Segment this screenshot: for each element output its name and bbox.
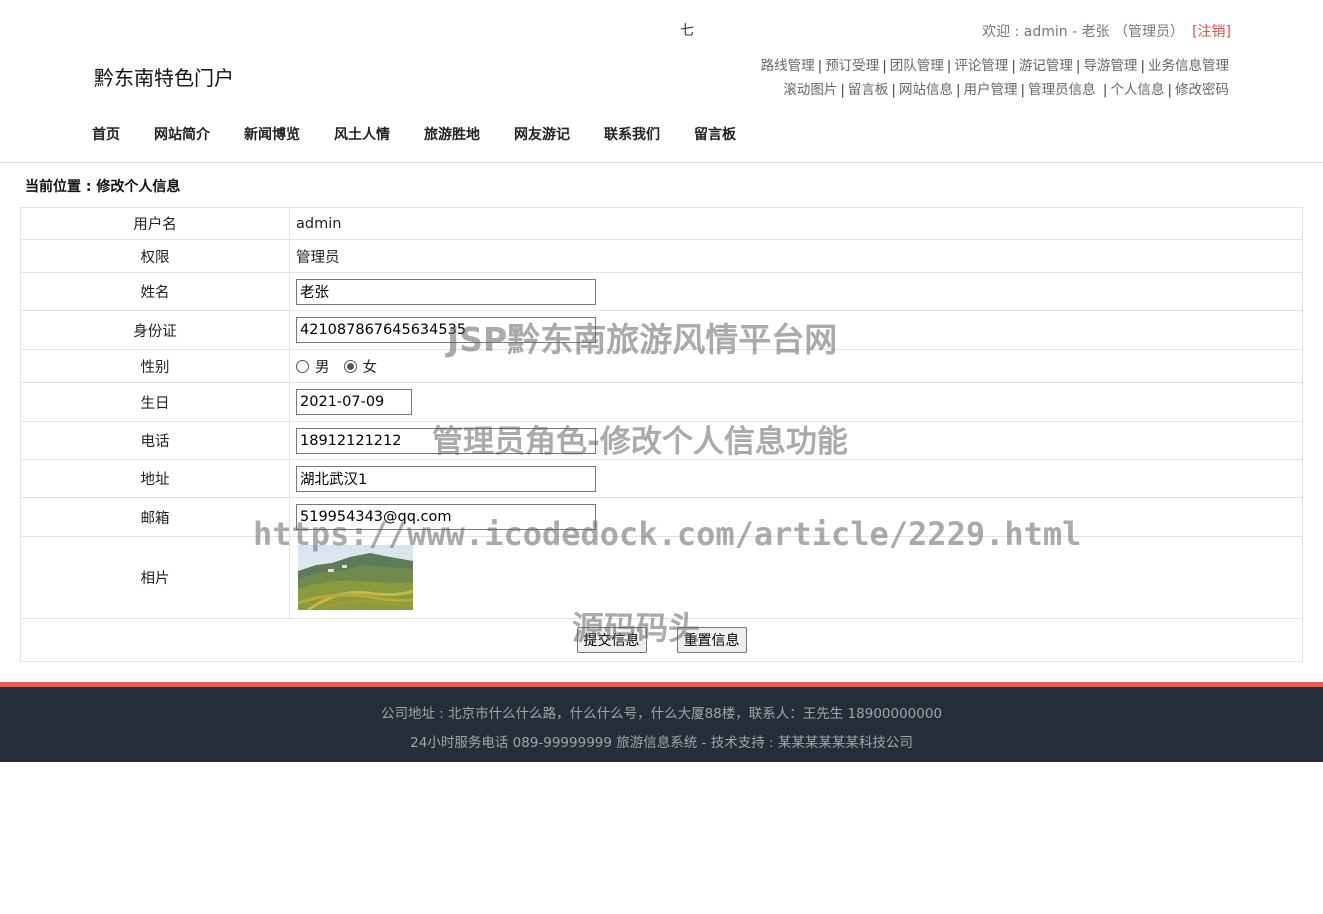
- permission-label: 权限: [20, 239, 290, 273]
- admin-links-row1: 路线管理 | 预订受理 | 团队管理 | 评论管理 | 游记管理 | 导游管理 | 业务信息管理: [760, 58, 1229, 74]
- nav-about[interactable]: 网站简介: [138, 124, 226, 146]
- permission-value: 管理员: [289, 239, 1303, 273]
- gender-male-radio[interactable]: [296, 359, 309, 373]
- admin-link-travelogue[interactable]: 游记管理: [1019, 58, 1073, 74]
- idcard-label: 身份证: [20, 310, 290, 350]
- form-row-gender: 性别 男 女: [20, 349, 1303, 383]
- welcome-text: 欢迎 : admin - 老张 （管理员）: [982, 24, 1185, 40]
- submit-button[interactable]: 提交信息: [576, 627, 647, 653]
- phone-label: 电话: [20, 421, 290, 460]
- main-nav: 首页 网站简介 新闻博览 风土人情 旅游胜地 网友游记 联系我们 留言板: [76, 124, 754, 146]
- admin-links-row2: 滚动图片 | 留言板 | 网站信息 | 用户管理 | 管理员信息 | 个人信息 | 修改密码: [783, 82, 1229, 98]
- gender-female-label: 女: [362, 359, 378, 376]
- logout-link[interactable]: [注销]: [1192, 24, 1231, 40]
- top-char: 七: [680, 23, 694, 39]
- footer-address: 公司地址 : 北京市什么什么路，什么什么号，什么大厦88楼，联系人：王先生 18…: [380, 706, 943, 722]
- address-input[interactable]: [296, 465, 596, 492]
- email-label: 邮箱: [20, 497, 290, 537]
- nav-news[interactable]: 新闻博览: [228, 124, 316, 146]
- admin-link-team[interactable]: 团队管理: [890, 58, 944, 74]
- admin-link-carousel[interactable]: 滚动图片: [783, 82, 837, 98]
- username-value: admin: [289, 207, 1303, 240]
- form-row-address: 地址: [20, 459, 1303, 498]
- site-title: 黔东南特色门户: [94, 66, 234, 90]
- gender-male-label: 男: [315, 359, 330, 376]
- photo-label: 相片: [20, 536, 290, 619]
- nav-contact[interactable]: 联系我们: [588, 124, 676, 146]
- gender-label: 性别: [20, 349, 290, 383]
- nav-travelogues[interactable]: 网友游记: [498, 124, 586, 146]
- admin-link-guide[interactable]: 导游管理: [1083, 58, 1137, 74]
- admin-link-route[interactable]: 路线管理: [761, 58, 815, 74]
- admin-link-siteinfo[interactable]: 网站信息: [899, 82, 953, 98]
- form-row-username: 用户名 admin: [20, 207, 1303, 240]
- nav-customs[interactable]: 风土人情: [318, 124, 406, 146]
- form-row-phone: 电话: [20, 421, 1303, 460]
- header: 七 欢迎 : admin - 老张 （管理员） [注销] 黔东南特色门户 路线管理…: [0, 0, 1323, 163]
- form-row-photo: 相片: [20, 536, 1303, 619]
- form-row-permission: 权限 管理员: [20, 239, 1303, 273]
- nav-home[interactable]: 首页: [76, 124, 136, 146]
- form-row-email: 邮箱: [20, 497, 1303, 537]
- name-input[interactable]: [296, 278, 596, 305]
- idcard-input[interactable]: [296, 317, 596, 343]
- username-label: 用户名: [20, 207, 290, 240]
- email-input[interactable]: [296, 504, 596, 530]
- admin-link-business[interactable]: 业务信息管理: [1148, 58, 1229, 74]
- reset-button[interactable]: 重置信息: [676, 627, 747, 653]
- form-row-buttons: 提交信息 重置信息: [20, 618, 1303, 662]
- welcome-bar: 欢迎 : admin - 老张 （管理员） [注销]: [982, 21, 1231, 41]
- admin-link-guestbook[interactable]: 留言板: [848, 82, 889, 98]
- admin-link-password[interactable]: 修改密码: [1175, 82, 1229, 98]
- phone-input[interactable]: [296, 427, 596, 454]
- admin-link-users[interactable]: 用户管理: [964, 82, 1018, 98]
- admin-link-admininfo[interactable]: 管理员信息: [1028, 82, 1096, 98]
- profile-form: 用户名 admin 权限 管理员 姓名 身份证 性别 男 女 生日 电话 地址 邮…: [20, 207, 1303, 662]
- admin-link-profile[interactable]: 个人信息: [1110, 82, 1164, 98]
- admin-links: 路线管理 | 预订受理 | 团队管理 | 评论管理 | 游记管理 | 导游管理 | 业务信息管理 滚动图…: [761, 54, 1229, 102]
- form-row-name: 姓名: [20, 272, 1303, 311]
- birthday-input[interactable]: [296, 389, 412, 415]
- address-label: 地址: [20, 459, 290, 498]
- form-row-birthday: 生日: [20, 382, 1303, 422]
- footer: 公司地址 : 北京市什么什么路，什么什么号，什么大厦88楼，联系人：王先生 18…: [0, 682, 1323, 762]
- birthday-label: 生日: [20, 382, 290, 422]
- admin-link-booking[interactable]: 预订受理: [825, 58, 879, 74]
- gender-female-radio[interactable]: [343, 359, 357, 373]
- name-label: 姓名: [20, 272, 290, 311]
- profile-photo: [298, 545, 413, 610]
- nav-guestbook[interactable]: 留言板: [678, 124, 752, 146]
- form-row-idcard: 身份证: [20, 310, 1303, 350]
- footer-contact: 24小时服务电话 089-99999999 旅游信息系统 - 技术支持 : 某某…: [410, 735, 913, 751]
- breadcrumb: 当前位置 : 修改个人信息: [25, 179, 181, 195]
- nav-attractions[interactable]: 旅游胜地: [408, 124, 496, 146]
- admin-link-comments[interactable]: 评论管理: [954, 58, 1008, 74]
